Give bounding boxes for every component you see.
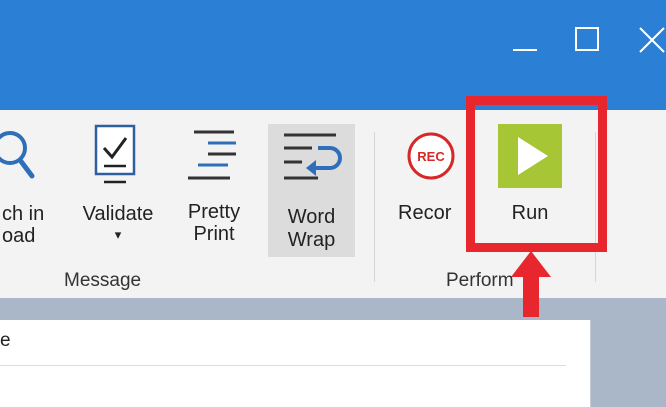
group-label-message: Message — [64, 270, 142, 291]
title-bar — [0, 0, 666, 110]
record-icon: REC — [407, 132, 455, 180]
close-icon — [639, 27, 665, 53]
minimize-button[interactable] — [505, 20, 545, 60]
pretty-print-label-line1: Pretty — [187, 201, 241, 223]
validate-icon — [94, 124, 136, 184]
group-label-perform: Perform — [446, 270, 514, 291]
highlight-box — [466, 96, 607, 252]
close-button[interactable] — [630, 20, 666, 60]
maximize-icon — [575, 27, 599, 51]
word-wrap-label-line1: Word — [287, 206, 336, 228]
maximize-button[interactable] — [567, 20, 607, 60]
panel-label: e — [0, 330, 11, 351]
search-label-line1: ch in — [2, 203, 45, 225]
up-arrow-icon — [511, 251, 551, 317]
validate-label: Validate — [82, 203, 154, 225]
pretty-print-label-line2: Print — [193, 223, 235, 245]
record-label: Recor — [398, 202, 452, 224]
content-panel — [0, 320, 591, 407]
minimize-icon — [513, 49, 537, 51]
word-wrap-label-line2: Wrap — [287, 229, 336, 251]
group-separator — [374, 132, 375, 282]
validate-dropdown-caret[interactable]: ▾ — [76, 224, 160, 246]
word-wrap-icon — [284, 133, 342, 180]
search-label-line2: oad — [2, 225, 36, 247]
panel-divider — [0, 365, 566, 366]
record-badge: REC — [417, 149, 445, 164]
pretty-print-icon — [188, 130, 236, 180]
search-icon — [0, 131, 35, 179]
